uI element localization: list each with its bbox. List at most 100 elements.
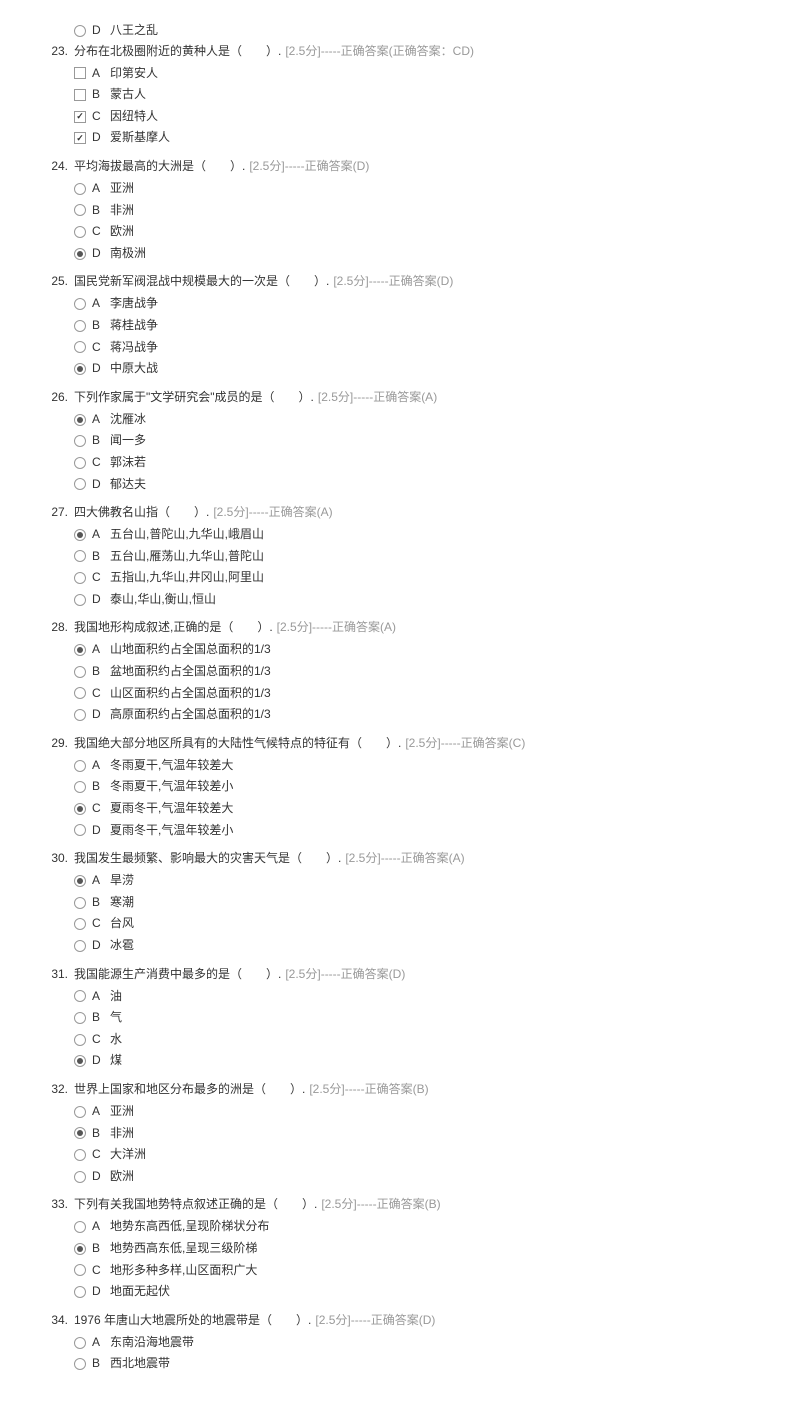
option-row[interactable]: B西北地震带 bbox=[74, 1353, 752, 1375]
option-row[interactable]: D泰山,华山,衡山,恒山 bbox=[74, 589, 752, 611]
option-row[interactable]: D中原大战 bbox=[74, 358, 752, 380]
option-row[interactable]: C水 bbox=[74, 1029, 752, 1051]
option-row[interactable]: A地势东高西低,呈现阶梯状分布 bbox=[74, 1216, 752, 1238]
option-row[interactable]: A旱涝 bbox=[74, 870, 752, 892]
option-row[interactable]: B非洲 bbox=[74, 1123, 752, 1145]
radio-icon[interactable] bbox=[74, 594, 86, 606]
option-row[interactable]: D南极洲 bbox=[74, 243, 752, 265]
radio-icon[interactable] bbox=[74, 204, 86, 216]
radio-icon[interactable] bbox=[74, 709, 86, 721]
question-stem: 平均海拔最高的大洲是（ ）. bbox=[74, 159, 245, 173]
option-row[interactable]: B冬雨夏干,气温年较差小 bbox=[74, 776, 752, 798]
radio-icon[interactable] bbox=[74, 1055, 86, 1067]
radio-icon[interactable] bbox=[74, 1286, 86, 1298]
option-row[interactable]: D地面无起伏 bbox=[74, 1281, 752, 1303]
option-row[interactable]: A沈雁冰 bbox=[74, 409, 752, 431]
option-letter: A bbox=[92, 870, 104, 892]
option-row[interactable]: B非洲 bbox=[74, 200, 752, 222]
radio-icon[interactable] bbox=[74, 226, 86, 238]
radio-icon[interactable] bbox=[74, 320, 86, 332]
radio-icon[interactable] bbox=[74, 990, 86, 1002]
option-row[interactable]: C五指山,九华山,井冈山,阿里山 bbox=[74, 567, 752, 589]
option-row[interactable]: C因纽特人 bbox=[74, 106, 752, 128]
option-row[interactable]: B盆地面积约占全国总面积的1/3 bbox=[74, 661, 752, 683]
option-row[interactable]: D爱斯基摩人 bbox=[74, 127, 752, 149]
option-row[interactable]: B蒙古人 bbox=[74, 84, 752, 106]
checkbox-icon[interactable] bbox=[74, 89, 86, 101]
option-row[interactable]: C大洋洲 bbox=[74, 1144, 752, 1166]
option-row[interactable]: D煤 bbox=[74, 1050, 752, 1072]
radio-icon[interactable] bbox=[74, 363, 86, 375]
radio-icon[interactable] bbox=[74, 457, 86, 469]
option-row[interactable]: B地势西高东低,呈现三级阶梯 bbox=[74, 1238, 752, 1260]
radio-icon[interactable] bbox=[74, 1171, 86, 1183]
question-meta: [2.5分]-----正确答案(D) bbox=[285, 967, 405, 981]
radio-icon[interactable] bbox=[74, 435, 86, 447]
radio-icon[interactable] bbox=[74, 824, 86, 836]
option-row[interactable]: A印第安人 bbox=[74, 63, 752, 85]
radio-icon[interactable] bbox=[74, 572, 86, 584]
radio-icon[interactable] bbox=[74, 25, 86, 37]
radio-icon[interactable] bbox=[74, 1012, 86, 1024]
option-row[interactable]: C山区面积约占全国总面积的1/3 bbox=[74, 683, 752, 705]
radio-icon[interactable] bbox=[74, 666, 86, 678]
option-row[interactable]: B寒潮 bbox=[74, 892, 752, 914]
option-row[interactable]: A五台山,普陀山,九华山,峨眉山 bbox=[74, 524, 752, 546]
radio-icon[interactable] bbox=[74, 918, 86, 930]
question-meta: [2.5分]-----正确答案(A) bbox=[318, 390, 437, 404]
radio-icon[interactable] bbox=[74, 897, 86, 909]
radio-icon[interactable] bbox=[74, 183, 86, 195]
radio-icon[interactable] bbox=[74, 248, 86, 260]
option-row[interactable]: D冰雹 bbox=[74, 935, 752, 957]
option-row[interactable]: D郁达夫 bbox=[74, 474, 752, 496]
radio-icon[interactable] bbox=[74, 781, 86, 793]
radio-icon[interactable] bbox=[74, 478, 86, 490]
option-row[interactable]: D夏雨冬干,气温年较差小 bbox=[74, 820, 752, 842]
option-row[interactable]: B五台山,雁荡山,九华山,普陀山 bbox=[74, 546, 752, 568]
radio-icon[interactable] bbox=[74, 1106, 86, 1118]
option-row[interactable]: A冬雨夏干,气温年较差大 bbox=[74, 755, 752, 777]
radio-icon[interactable] bbox=[74, 875, 86, 887]
radio-icon[interactable] bbox=[74, 1243, 86, 1255]
option-row[interactable]: D高原面积约占全国总面积的1/3 bbox=[74, 704, 752, 726]
option-row[interactable]: B蒋桂战争 bbox=[74, 315, 752, 337]
option-row[interactable]: C郭沫若 bbox=[74, 452, 752, 474]
option-row[interactable]: A亚洲 bbox=[74, 1101, 752, 1123]
radio-icon[interactable] bbox=[74, 940, 86, 952]
radio-icon[interactable] bbox=[74, 760, 86, 772]
radio-icon[interactable] bbox=[74, 803, 86, 815]
checkbox-icon[interactable] bbox=[74, 67, 86, 79]
option-row[interactable]: B气 bbox=[74, 1007, 752, 1029]
radio-icon[interactable] bbox=[74, 1337, 86, 1349]
option-row[interactable]: A油 bbox=[74, 986, 752, 1008]
option-row[interactable]: C蒋冯战争 bbox=[74, 337, 752, 359]
option-row[interactable]: A李唐战争 bbox=[74, 293, 752, 315]
radio-icon[interactable] bbox=[74, 1034, 86, 1046]
option-row[interactable]: B闻一多 bbox=[74, 430, 752, 452]
radio-icon[interactable] bbox=[74, 414, 86, 426]
radio-icon[interactable] bbox=[74, 687, 86, 699]
radio-icon[interactable] bbox=[74, 1221, 86, 1233]
option-text: 亚洲 bbox=[110, 178, 752, 200]
option-row[interactable]: D 八王之乱 bbox=[74, 20, 752, 42]
radio-icon[interactable] bbox=[74, 1127, 86, 1139]
radio-icon[interactable] bbox=[74, 298, 86, 310]
option-row[interactable]: D欧洲 bbox=[74, 1166, 752, 1188]
radio-icon[interactable] bbox=[74, 1358, 86, 1370]
option-row[interactable]: A亚洲 bbox=[74, 178, 752, 200]
option-row[interactable]: C夏雨冬干,气温年较差大 bbox=[74, 798, 752, 820]
radio-icon[interactable] bbox=[74, 1149, 86, 1161]
option-row[interactable]: C欧洲 bbox=[74, 221, 752, 243]
question-meta: [2.5分]-----正确答案(A) bbox=[345, 851, 464, 865]
checkbox-icon[interactable] bbox=[74, 132, 86, 144]
checkbox-icon[interactable] bbox=[74, 111, 86, 123]
radio-icon[interactable] bbox=[74, 341, 86, 353]
radio-icon[interactable] bbox=[74, 529, 86, 541]
radio-icon[interactable] bbox=[74, 644, 86, 656]
option-row[interactable]: A东南沿海地震带 bbox=[74, 1332, 752, 1354]
option-row[interactable]: C台风 bbox=[74, 913, 752, 935]
option-row[interactable]: A山地面积约占全国总面积的1/3 bbox=[74, 639, 752, 661]
option-row[interactable]: C地形多种多样,山区面积广大 bbox=[74, 1260, 752, 1282]
radio-icon[interactable] bbox=[74, 550, 86, 562]
radio-icon[interactable] bbox=[74, 1264, 86, 1276]
